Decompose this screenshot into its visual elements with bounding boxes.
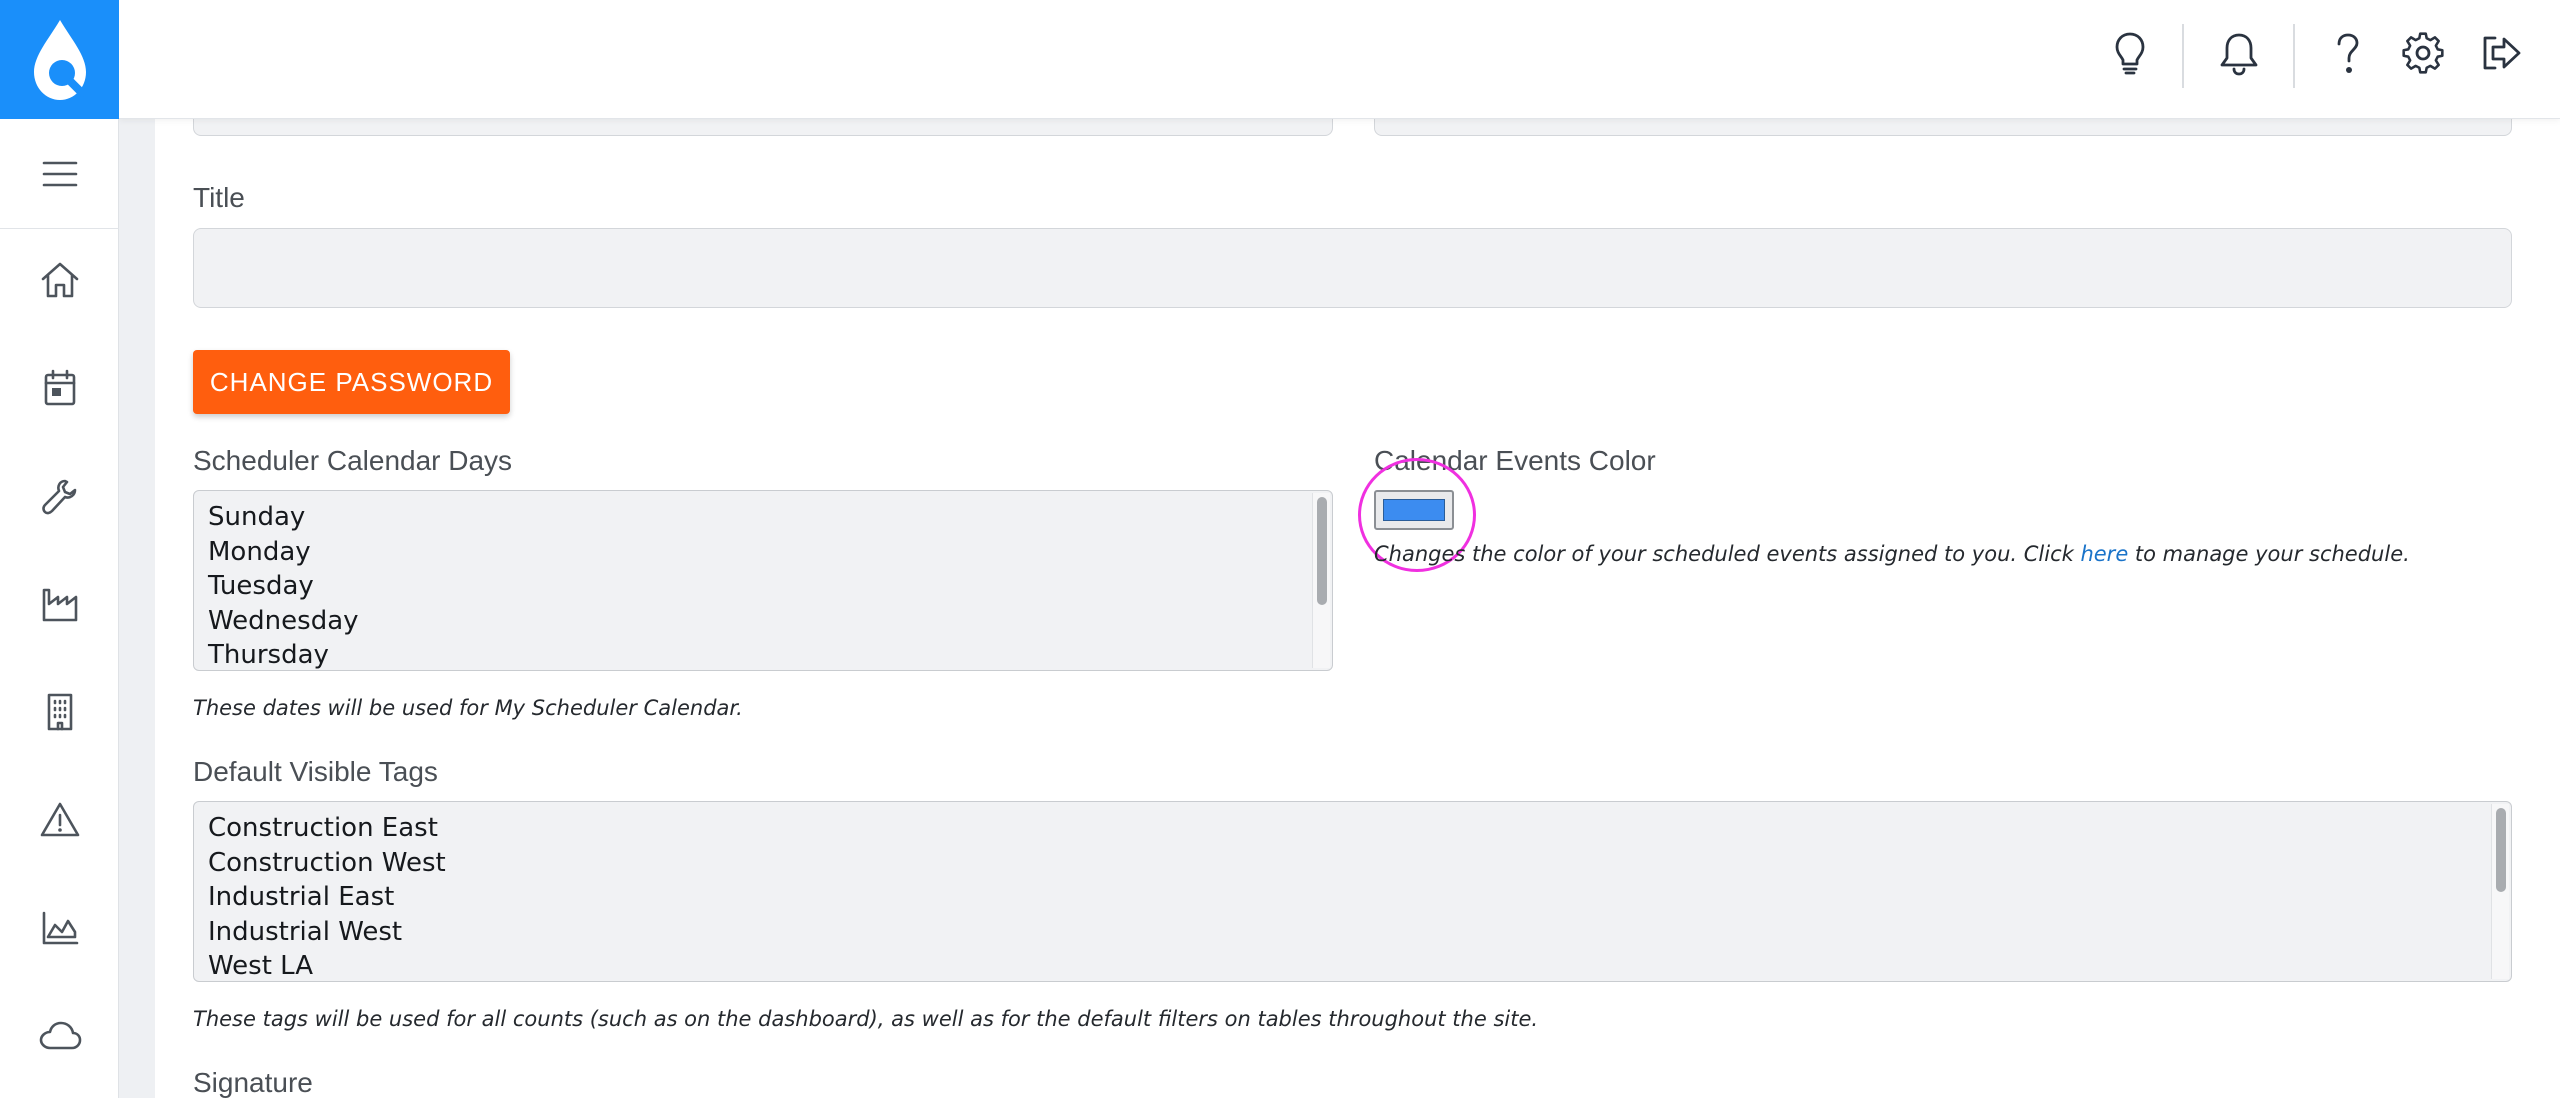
scrollbar-thumb[interactable] — [2496, 808, 2506, 892]
events-color-help-text-end: to manage your schedule. — [2128, 542, 2410, 566]
list-item[interactable]: West LA — [194, 949, 2511, 981]
sidebar — [0, 0, 119, 1098]
droplet-magnify-logo-icon[interactable] — [0, 0, 119, 119]
logout-icon[interactable] — [2465, 18, 2535, 88]
sidebar-item-alerts[interactable] — [0, 766, 119, 874]
list-item[interactable]: Thursday — [194, 638, 1332, 670]
title-label: Title — [193, 182, 245, 213]
home-icon — [41, 262, 78, 298]
visible-tags-help: These tags will be used for all counts (… — [193, 1007, 1539, 1031]
change-password-button[interactable]: CHANGE PASSWORD — [193, 350, 510, 414]
visible-tags-label: Default Visible Tags — [193, 756, 438, 787]
scrollbar[interactable] — [2491, 804, 2509, 979]
list-item[interactable]: Industrial East — [194, 880, 2511, 915]
calendar-icon — [44, 369, 75, 406]
help-icon[interactable] — [2313, 18, 2383, 88]
scheduler-days-help: These dates will be used for My Schedule… — [193, 696, 743, 720]
list-item[interactable]: Construction East — [194, 811, 2511, 846]
list-item[interactable]: Wednesday — [194, 604, 1332, 639]
list-item[interactable]: Tuesday — [194, 569, 1332, 604]
scheduler-days-listbox[interactable]: Sunday Monday Tuesday Wednesday Thursday — [193, 490, 1333, 671]
events-color-help: Changes the color of your scheduled even… — [1374, 542, 2410, 566]
events-color-help-text: Changes the color of your scheduled even… — [1374, 542, 2081, 566]
scrollbar-thumb[interactable] — [1317, 497, 1327, 605]
scrollbar[interactable] — [1312, 493, 1330, 668]
topbar-divider — [2293, 24, 2295, 88]
sidebar-item-tools[interactable] — [0, 442, 119, 550]
list-item[interactable]: Sunday — [194, 500, 1332, 535]
sidebar-item-reports[interactable] — [0, 874, 119, 982]
title-input[interactable] — [193, 228, 2512, 308]
manage-schedule-link[interactable]: here — [2080, 542, 2128, 566]
sidebar-item-buildings[interactable] — [0, 658, 119, 766]
sidebar-item-facilities[interactable] — [0, 550, 119, 658]
sidebar-item-calendar[interactable] — [0, 334, 119, 442]
scheduler-days-label: Scheduler Calendar Days — [193, 445, 513, 476]
warning-icon — [40, 802, 79, 837]
list-item[interactable]: Construction West — [194, 846, 2511, 881]
signature-label: Signature — [193, 1067, 313, 1098]
factory-icon — [42, 588, 77, 622]
cloud-icon — [39, 1021, 81, 1050]
wrench-icon — [41, 479, 76, 515]
list-item[interactable]: Monday — [194, 535, 1332, 570]
area-chart-icon — [42, 911, 78, 945]
visible-tags-listbox[interactable]: Construction East Construction West Indu… — [193, 801, 2512, 982]
top-bar — [119, 0, 2560, 119]
building-icon — [47, 693, 72, 731]
sidebar-item-cloud[interactable] — [0, 982, 119, 1090]
list-item[interactable]: Industrial West — [194, 915, 2511, 950]
settings-gear-icon[interactable] — [2388, 18, 2458, 88]
hamburger-menu-icon[interactable] — [0, 119, 119, 229]
lightbulb-icon[interactable] — [2095, 18, 2165, 88]
bell-icon[interactable] — [2204, 18, 2274, 88]
sidebar-item-home[interactable] — [0, 226, 119, 334]
topbar-divider — [2182, 24, 2184, 88]
